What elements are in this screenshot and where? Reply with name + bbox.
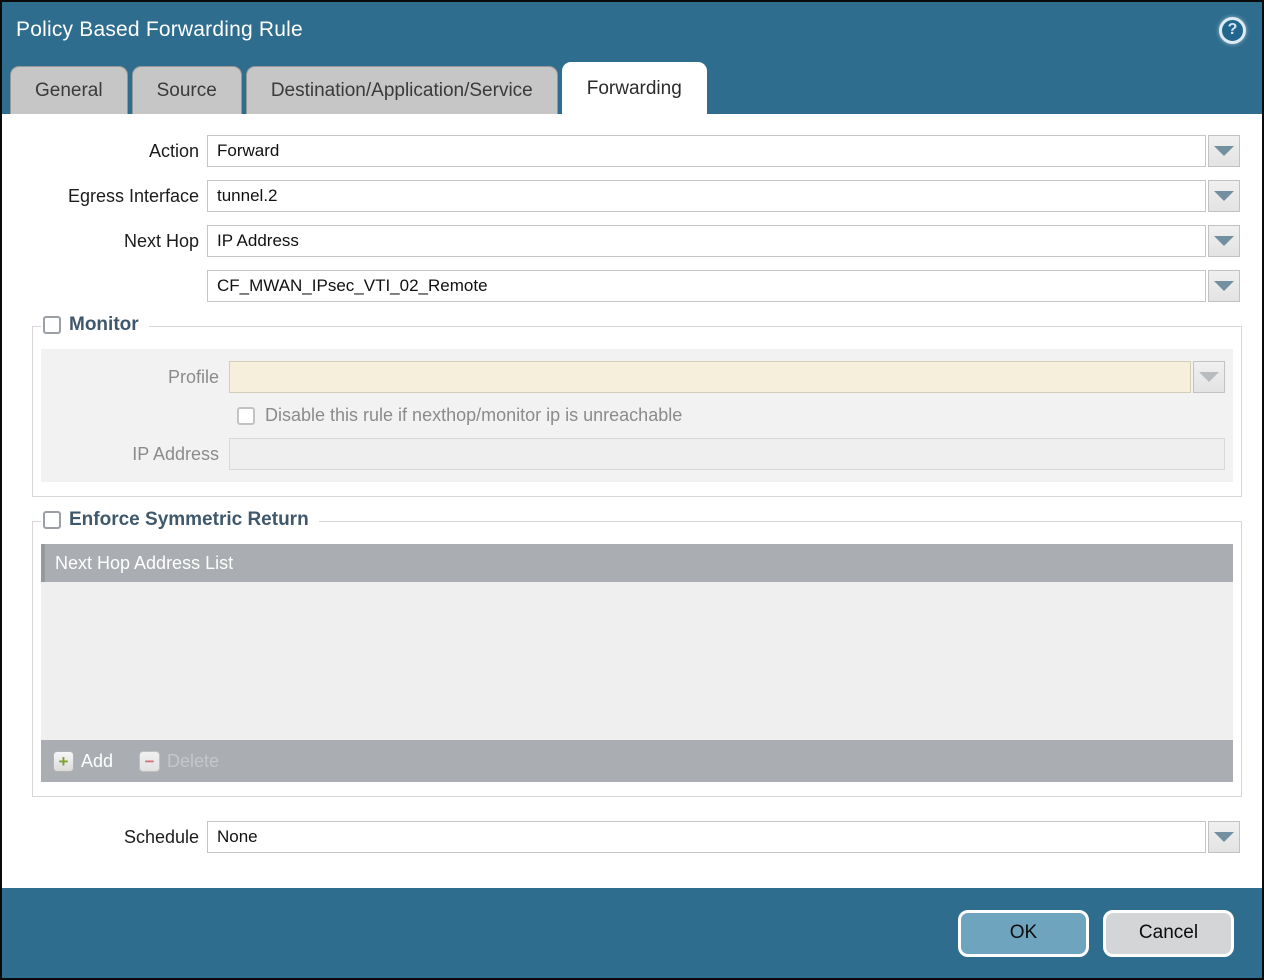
next-hop-address-row: CF_MWAN_IPsec_VTI_02_Remote	[2, 270, 1240, 302]
chevron-down-icon	[1214, 832, 1234, 842]
tab-general[interactable]: General	[10, 66, 128, 114]
egress-interface-combo: tunnel.2	[207, 180, 1240, 212]
plus-icon: +	[53, 751, 74, 772]
action-dropdown-button[interactable]	[1208, 135, 1240, 167]
tab-forwarding[interactable]: Forwarding	[562, 62, 707, 114]
disable-rule-label: Disable this rule if nexthop/monitor ip …	[265, 405, 682, 426]
monitor-profile-row: Profile	[49, 361, 1225, 393]
egress-interface-select[interactable]: tunnel.2	[207, 180, 1206, 212]
dialog-title: Policy Based Forwarding Rule	[16, 18, 1219, 42]
minus-icon: −	[139, 751, 160, 772]
delete-button-label: Delete	[167, 751, 219, 772]
next-hop-row: Next Hop IP Address	[2, 225, 1240, 257]
next-hop-address-dropdown-button[interactable]	[1208, 270, 1240, 302]
action-label: Action	[2, 141, 207, 162]
symmetric-return-legend: Enforce Symmetric Return	[41, 509, 319, 531]
egress-interface-row: Egress Interface tunnel.2	[2, 180, 1240, 212]
monitor-title: Monitor	[69, 314, 139, 336]
monitor-legend: Monitor	[41, 314, 149, 336]
monitor-checkbox[interactable]	[43, 316, 61, 334]
monitor-profile-label: Profile	[49, 367, 229, 388]
chevron-down-icon	[1214, 146, 1234, 156]
ok-button[interactable]: OK	[958, 910, 1089, 957]
symmetric-return-section: Enforce Symmetric Return Next Hop Addres…	[32, 521, 1242, 797]
tab-source[interactable]: Source	[132, 66, 242, 114]
egress-interface-dropdown-button[interactable]	[1208, 180, 1240, 212]
next-hop-type-select[interactable]: IP Address	[207, 225, 1206, 257]
forwarding-tab-content: Action Forward Egress Interface tunnel.2…	[2, 114, 1262, 888]
symmetric-return-checkbox[interactable]	[43, 511, 61, 529]
delete-button: − Delete	[139, 751, 219, 772]
next-hop-address-list-header: Next Hop Address List	[41, 544, 1233, 582]
next-hop-combo: IP Address	[207, 225, 1240, 257]
monitor-profile-combo	[229, 361, 1225, 393]
schedule-combo: None	[207, 821, 1240, 853]
next-hop-label: Next Hop	[2, 231, 207, 252]
add-button[interactable]: + Add	[53, 751, 113, 772]
chevron-down-icon	[1214, 281, 1234, 291]
monitor-profile-dropdown-button	[1193, 361, 1225, 393]
next-hop-address-list-toolbar: + Add − Delete	[41, 740, 1233, 782]
chevron-down-icon	[1199, 372, 1219, 382]
disable-rule-checkbox	[237, 407, 255, 425]
monitor-panel: Profile Disable this rule if nexthop/mon…	[41, 349, 1233, 482]
schedule-dropdown-button[interactable]	[1208, 821, 1240, 853]
schedule-label: Schedule	[2, 827, 207, 848]
next-hop-address-select[interactable]: CF_MWAN_IPsec_VTI_02_Remote	[207, 270, 1206, 302]
egress-interface-label: Egress Interface	[2, 186, 207, 207]
dialog-footer: OK Cancel	[2, 888, 1262, 978]
action-select[interactable]: Forward	[207, 135, 1206, 167]
action-row: Action Forward	[2, 135, 1240, 167]
schedule-select[interactable]: None	[207, 821, 1206, 853]
schedule-row: Schedule None	[2, 821, 1240, 853]
chevron-down-icon	[1214, 191, 1234, 201]
monitor-ip-input	[229, 438, 1225, 470]
pbf-rule-dialog: Policy Based Forwarding Rule ? General S…	[0, 0, 1264, 980]
cancel-button[interactable]: Cancel	[1103, 910, 1234, 957]
tabstrip: General Source Destination/Application/S…	[2, 58, 1262, 114]
titlebar: Policy Based Forwarding Rule ?	[2, 2, 1262, 58]
next-hop-address-list-body[interactable]	[41, 582, 1233, 740]
monitor-ip-row: IP Address	[49, 438, 1225, 470]
next-hop-address-table: Next Hop Address List + Add − Delete	[41, 544, 1233, 782]
action-combo: Forward	[207, 135, 1240, 167]
add-button-label: Add	[81, 751, 113, 772]
monitor-disable-rule-row: Disable this rule if nexthop/monitor ip …	[237, 405, 1225, 426]
tab-destination-application-service[interactable]: Destination/Application/Service	[246, 66, 558, 114]
next-hop-address-combo: CF_MWAN_IPsec_VTI_02_Remote	[207, 270, 1240, 302]
chevron-down-icon	[1214, 236, 1234, 246]
monitor-section: Monitor Profile Disable this rule if nex…	[32, 326, 1242, 497]
help-icon[interactable]: ?	[1219, 17, 1246, 44]
next-hop-dropdown-button[interactable]	[1208, 225, 1240, 257]
monitor-ip-label: IP Address	[49, 444, 229, 465]
monitor-profile-select	[229, 361, 1191, 393]
symmetric-return-title: Enforce Symmetric Return	[69, 509, 309, 531]
